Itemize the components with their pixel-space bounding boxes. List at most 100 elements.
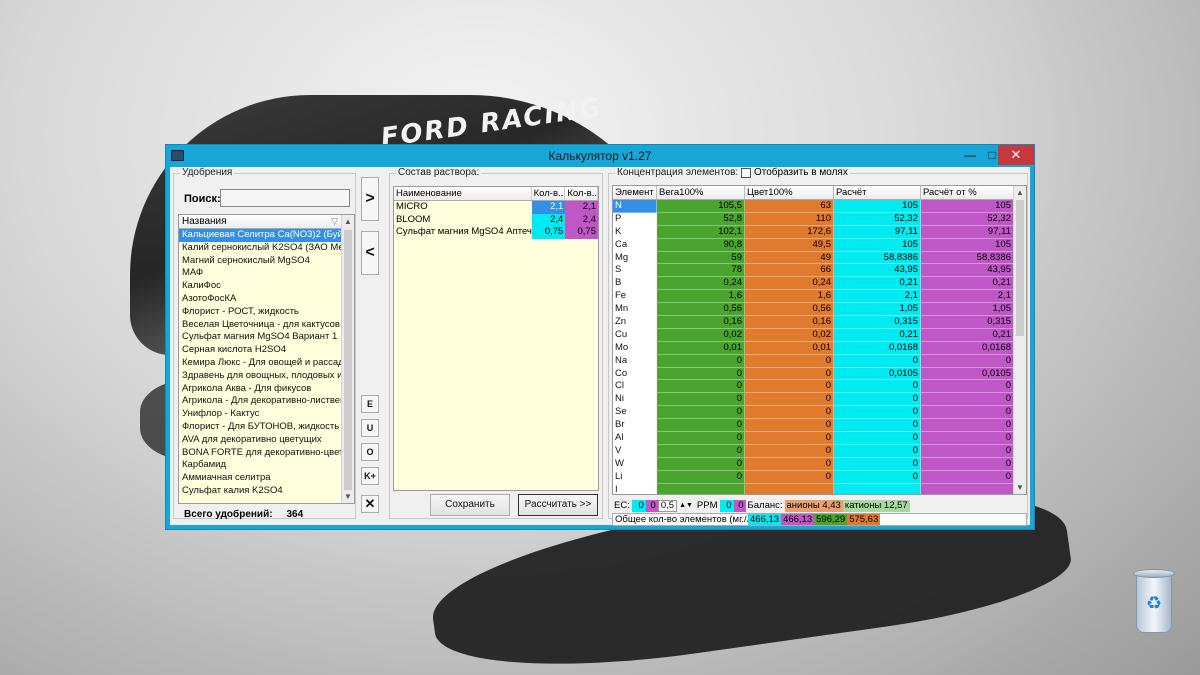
concentration-row[interactable]: Cl 0 0 0 0: [613, 380, 1026, 394]
fertilizer-list-item[interactable]: Флорист - Для БУТОНОВ, жидкость: [179, 421, 342, 434]
composition-row[interactable]: MICRO 2,1 2,1: [394, 201, 598, 214]
calc-cell: 1,05: [834, 303, 921, 317]
header-veg[interactable]: Вега100%: [657, 186, 745, 199]
concentration-row[interactable]: Li 0 0 0 0: [613, 470, 1026, 484]
fertilizer-list-scrollbar[interactable]: ▲ ▼: [341, 215, 354, 503]
calculate-button[interactable]: Рассчитать >>: [518, 494, 598, 516]
cvet-cell: 0: [745, 393, 834, 407]
fertilizer-list-item[interactable]: Сульфат магния MgSO4 Вариант 1: [179, 331, 342, 344]
fertilizer-list-item[interactable]: Карбамид: [179, 459, 342, 472]
concentration-row[interactable]: N 105,5 63 105 105: [613, 200, 1026, 213]
close-button[interactable]: ✕: [998, 145, 1034, 165]
scroll-down-icon[interactable]: ▼: [342, 490, 354, 503]
list-header-names[interactable]: Названия ▽: [179, 215, 342, 229]
concentration-row[interactable]: Cu 0,02 0,02 0,21 0,21: [613, 328, 1026, 342]
composition-qty2[interactable]: 2,4: [565, 213, 598, 226]
veg-cell: 90,8: [657, 238, 745, 252]
fertilizer-list[interactable]: Названия ▽ Кальциевая Селитра Ca(NO3)2 (…: [178, 214, 355, 504]
fertilizer-list-item[interactable]: МАФ: [179, 267, 342, 280]
element-cell: V: [613, 444, 657, 458]
concentration-row[interactable]: S 78 66 43,95 43,95: [613, 264, 1026, 278]
composition-qty1[interactable]: 0,75: [531, 226, 566, 239]
ec-factor-spinner-icon[interactable]: ▲▼: [677, 500, 695, 512]
fertilizer-list-item[interactable]: КалиФос: [179, 280, 342, 293]
composition-name: Сульфат магния MgSO4 Аптечный.: [396, 226, 532, 237]
cvet-cell: 0: [745, 432, 834, 445]
composition-table[interactable]: Наименование Кол-в... Кол-в... MICRO 2,1 2…: [393, 186, 599, 491]
mole-checkbox[interactable]: Отобразить в молях: [739, 167, 850, 178]
fertilizer-list-item[interactable]: Здравень для овощных, плодовых и садо: [179, 370, 342, 383]
veg-cell: 0: [657, 432, 745, 445]
concentration-table[interactable]: Элемент Вега100% Цвет100% Расчёт Расчёт …: [612, 185, 1027, 495]
concentration-row[interactable]: Mn 0,56 0,56 1,05 1,05: [613, 303, 1026, 317]
fertilizer-list-item[interactable]: Сульфат калия K2SO4: [179, 485, 342, 498]
pct-cell: 0: [921, 444, 1014, 458]
fertilizer-list-item[interactable]: AVA для декоративно цветущих: [179, 434, 342, 447]
title-bar[interactable]: Калькулятор v1.27 — □ ✕: [166, 145, 1034, 167]
fertilizer-list-item[interactable]: Магний сернокислый MgSO4: [179, 255, 342, 268]
kplus-button[interactable]: K+: [361, 467, 379, 485]
concentration-row[interactable]: Br 0 0 0 0: [613, 419, 1026, 433]
header-pct[interactable]: Расчёт от %: [921, 186, 1014, 199]
concentration-row[interactable]: B 0,24 0,24 0,21 0,21: [613, 277, 1026, 291]
concentration-row[interactable]: P 52,8 110 52,32 52,32: [613, 212, 1026, 226]
save-button[interactable]: Сохранить: [430, 494, 510, 516]
u-button[interactable]: U: [361, 419, 379, 437]
delete-button[interactable]: ✕: [361, 495, 379, 513]
concentration-row[interactable]: Mg 59 49 58,8386 58,8386: [613, 251, 1026, 265]
scroll-up-icon[interactable]: ▲: [342, 215, 354, 228]
concentration-scrollbar[interactable]: ▲ ▼: [1013, 186, 1026, 494]
fertilizer-list-item[interactable]: Серная кислота H2SO4: [179, 344, 342, 357]
fertilizer-list-item[interactable]: Веселая Цветочница - для кактусов: [179, 319, 342, 332]
composition-qty1[interactable]: 2,4: [531, 213, 566, 226]
fertilizer-list-item[interactable]: Кальциевая Селитра Ca(NO3)2 (Буйские у: [179, 229, 342, 242]
composition-qty2[interactable]: 2,1: [565, 201, 598, 214]
veg-cell: 0,02: [657, 328, 745, 342]
fertilizer-list-item[interactable]: АзотоФосКА: [179, 293, 342, 306]
remove-from-solution-button[interactable]: <: [361, 231, 379, 275]
concentration-row[interactable]: Fe 1,6 1,6 2,1 2,1: [613, 290, 1026, 304]
fertilizer-list-item[interactable]: Унифлор - Кактус: [179, 408, 342, 421]
concentration-row[interactable]: Zn 0,16 0,16 0,315 0,315: [613, 316, 1026, 329]
concentration-row[interactable]: V0000: [613, 444, 1026, 458]
concentration-row[interactable]: Ca 90,8 49,5 105 105: [613, 238, 1026, 252]
fertilizer-list-item[interactable]: Агрикола Аква - Для фикусов: [179, 383, 342, 396]
fertilizer-list-item[interactable]: BONA FORTE для декоративно-цветущих,: [179, 447, 342, 460]
concentration-row[interactable]: K 102,1 172,6 97,11 97,11: [613, 225, 1026, 239]
composition-rows: MICRO 2,1 2,1 BLOOM 2,4 2,4 Сульфат магния MgS…: [394, 201, 598, 239]
scroll-thumb[interactable]: [1016, 200, 1024, 336]
concentration-row[interactable]: Se 0 0 0 0: [613, 406, 1026, 420]
fertilizer-list-item[interactable]: Кемира Люкс - Для овощей и рассады: [179, 357, 342, 370]
concentration-row[interactable]: Co 0 0 0,0105 0,0105: [613, 367, 1026, 381]
o-button[interactable]: O: [361, 443, 379, 461]
composition-qty1[interactable]: 2,1: [531, 201, 566, 214]
fertilizer-list-item[interactable]: Агрикола - Для декоративно-лиственных: [179, 395, 342, 408]
search-input[interactable]: [220, 189, 350, 207]
concentration-row[interactable]: Mo 0,01 0,01 0,0168 0,0168: [613, 341, 1026, 355]
scroll-up-icon[interactable]: ▲: [1014, 186, 1026, 199]
ec-factor-input[interactable]: 0,5: [657, 500, 678, 512]
scroll-thumb[interactable]: [344, 230, 352, 490]
concentration-row[interactable]: Al 0 0 0 0: [613, 432, 1026, 445]
header-element[interactable]: Элемент: [613, 186, 657, 199]
scroll-down-icon[interactable]: ▼: [1014, 481, 1026, 494]
recycle-bin-icon[interactable]: ♻: [1127, 567, 1181, 637]
header-qty1[interactable]: Кол-в...: [532, 187, 566, 200]
fertilizer-list-item[interactable]: Аммиачная селитра: [179, 472, 342, 485]
fertilizer-list-item[interactable]: Флорист - РОСТ, жидкость: [179, 306, 342, 319]
fertilizer-list-item[interactable]: Калий сернокислый K2SO4 (ЗАО Метахим: [179, 242, 342, 255]
header-qty2[interactable]: Кол-в...: [565, 187, 598, 200]
concentration-row[interactable]: W0000: [613, 457, 1026, 471]
mole-checkbox-box[interactable]: [741, 167, 751, 178]
composition-row[interactable]: Сульфат магния MgSO4 Аптечный.0,750,75: [394, 226, 598, 239]
header-calc[interactable]: Расчёт: [834, 186, 921, 199]
e-button[interactable]: E: [361, 395, 379, 413]
add-to-solution-button[interactable]: >: [361, 177, 379, 221]
concentration-row[interactable]: I: [613, 483, 1026, 494]
header-name[interactable]: Наименование: [394, 187, 532, 200]
composition-row[interactable]: BLOOM 2,4 2,4: [394, 213, 598, 226]
composition-qty2[interactable]: 0,75: [565, 226, 598, 239]
header-cvet[interactable]: Цвет100%: [745, 186, 834, 199]
concentration-row[interactable]: Na 0 0 0 0: [613, 354, 1026, 368]
concentration-row[interactable]: Ni 0 0 0 0: [613, 393, 1026, 407]
